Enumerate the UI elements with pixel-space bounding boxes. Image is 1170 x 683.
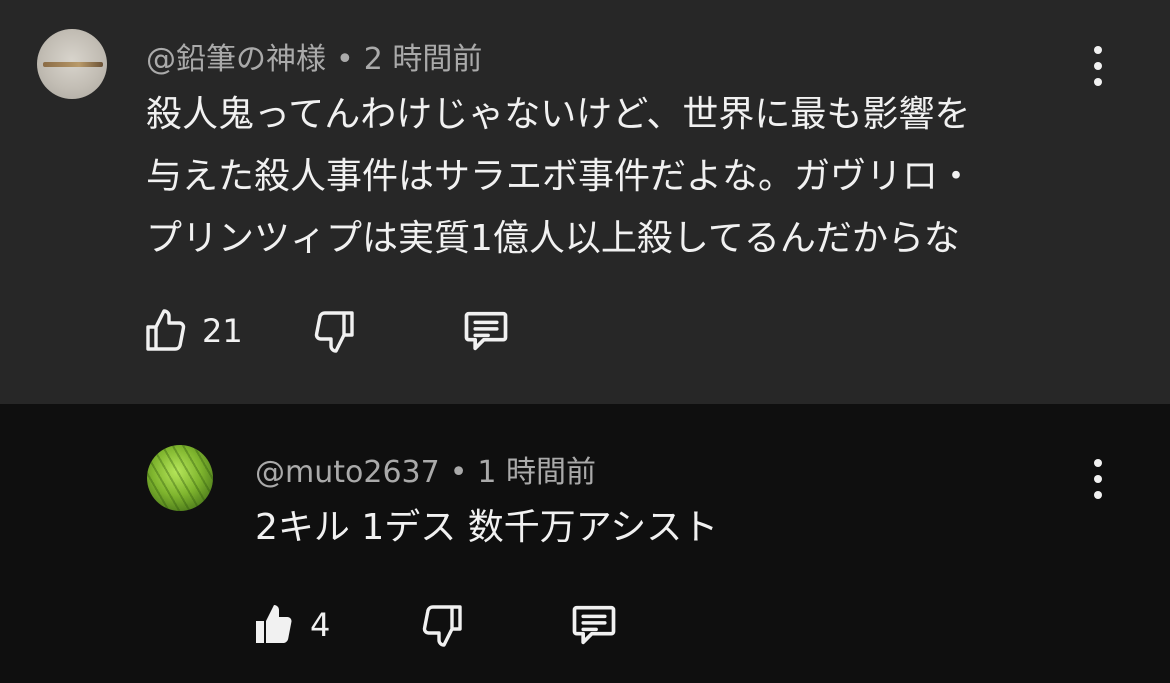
thumbs-up-filled-icon <box>256 605 292 643</box>
comment-icon <box>464 311 508 351</box>
reply-button[interactable] <box>568 599 620 651</box>
like-button[interactable]: 4 <box>250 599 330 651</box>
avatar[interactable] <box>147 445 213 511</box>
more-vertical-icon[interactable] <box>1086 46 1110 86</box>
timestamp[interactable]: 2 時間前 <box>364 42 483 77</box>
dislike-button[interactable] <box>310 305 358 357</box>
like-count: 21 <box>202 312 243 350</box>
comment-icon <box>572 605 616 645</box>
comment-text-line: 与えた殺人事件はサラエボ事件だよな。ガヴリロ・ <box>146 156 975 197</box>
more-vertical-icon[interactable] <box>1086 459 1110 499</box>
reply-thread: @muto2637 • 1 時間前 2キル 1デス 数千万アシスト 4 <box>0 404 1170 683</box>
username[interactable]: @鉛筆の神様 <box>146 42 326 77</box>
comment-text: 2キル 1デス 数千万アシスト <box>255 497 718 559</box>
username[interactable]: @muto2637 <box>255 455 440 490</box>
comment-meta: @muto2637 • 1 時間前 <box>255 447 596 491</box>
thumbs-up-outline-icon <box>146 309 186 351</box>
avatar[interactable] <box>37 29 107 99</box>
comment-text-line: 2キル 1デス 数千万アシスト <box>255 507 719 548</box>
comment-thread: @鉛筆の神様 • 2 時間前 殺人鬼ってんわけじゃないけど、世界に最も影響を 与えた… <box>0 0 1170 404</box>
like-button[interactable]: 21 <box>142 305 243 357</box>
comment-text-line: 殺人鬼ってんわけじゃないけど、世界に最も影響を <box>146 94 971 135</box>
meta-separator: • <box>449 455 468 490</box>
like-count: 4 <box>310 606 331 644</box>
meta-separator: • <box>336 42 354 77</box>
thumbs-down-outline-icon <box>422 605 462 647</box>
reply-button[interactable] <box>460 305 512 357</box>
dislike-button[interactable] <box>418 599 466 651</box>
comment-text: 殺人鬼ってんわけじゃないけど、世界に最も影響を 与えた殺人事件はサラエボ事件だよ… <box>146 84 974 270</box>
leaf-image <box>147 445 213 511</box>
comment-text-line: プリンツィプは実質1億人以上殺してるんだからな <box>146 218 960 259</box>
timestamp[interactable]: 1 時間前 <box>477 455 596 490</box>
comment-meta: @鉛筆の神様 • 2 時間前 <box>146 34 482 78</box>
thumbs-down-outline-icon <box>314 311 354 353</box>
pencil-image <box>43 62 103 67</box>
